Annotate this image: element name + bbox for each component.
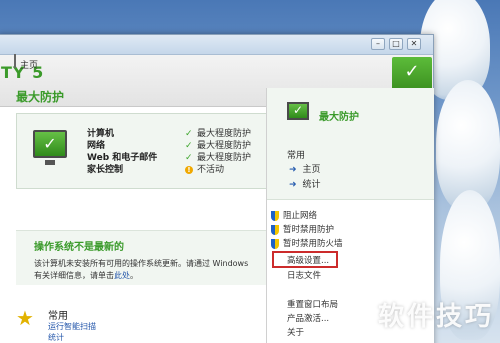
arrow-right-icon: ➜ bbox=[289, 165, 297, 175]
product-activation-item[interactable]: 产品激活... bbox=[287, 312, 329, 324]
close-button[interactable]: ✕ bbox=[407, 38, 421, 50]
arrow-right-icon: ➜ bbox=[289, 180, 297, 190]
component-label: 计算机 bbox=[87, 129, 115, 139]
component-label: 网络 bbox=[87, 141, 106, 151]
component-status[interactable]: 最大程度防护 bbox=[197, 129, 251, 139]
run-scan-link[interactable]: 运行智能扫描 bbox=[48, 321, 96, 332]
component-status[interactable]: 最大程度防护 bbox=[197, 141, 251, 151]
warning-line-text: 有关详细信息，请单击 bbox=[34, 271, 114, 280]
warning-line: 该计算机未安装所有可用的操作系统更新。请通过 Windows bbox=[34, 259, 249, 268]
disable-protection-item[interactable]: 暂时禁用防护 bbox=[271, 223, 334, 235]
warning-title: 操作系统不是最新的 bbox=[34, 242, 124, 253]
info-icon: ! bbox=[185, 166, 193, 174]
check-icon: ✓ bbox=[185, 129, 193, 139]
monitor-check-icon: ✓ bbox=[287, 102, 309, 120]
component-label: Web 和电子邮件 bbox=[87, 153, 158, 163]
check-icon: ✓ bbox=[404, 61, 420, 82]
reset-layout-item[interactable]: 重置窗口布局 bbox=[287, 298, 338, 310]
panel-link-label: 统计 bbox=[302, 180, 321, 190]
minimize-button[interactable]: – bbox=[371, 38, 385, 50]
component-row: Web 和电子邮件 ✓ 最大程度防护 bbox=[87, 152, 251, 164]
log-files-item[interactable]: 日志文件 bbox=[287, 269, 321, 281]
action-label: 暂时禁用防护 bbox=[283, 225, 335, 235]
stats-link[interactable]: 统计 bbox=[48, 332, 64, 343]
warning-link[interactable]: 此处 bbox=[114, 271, 130, 280]
component-row: 计算机 ✓ 最大程度防护 bbox=[87, 128, 251, 140]
component-status[interactable]: 最大程度防护 bbox=[197, 153, 251, 163]
watermark: 软件技巧 bbox=[377, 302, 494, 332]
warning-text: 该计算机未安装所有可用的操作系统更新。请通过 Windows 有关详细信息，请单… bbox=[34, 258, 274, 282]
action-label: 阻止网络 bbox=[283, 211, 318, 221]
block-network-item[interactable]: 阻止网络 bbox=[271, 209, 317, 221]
star-icon: ★ bbox=[16, 306, 34, 330]
panel-link-stats[interactable]: ➜ 统计 bbox=[289, 177, 321, 190]
disable-firewall-item[interactable]: 暂时禁用防火墙 bbox=[271, 237, 343, 249]
panel-link-home[interactable]: ➜ 主页 bbox=[289, 162, 321, 175]
shield-icon bbox=[271, 238, 279, 249]
component-row: 家长控制! 不活动 bbox=[87, 164, 251, 176]
check-icon: ✓ bbox=[185, 141, 193, 151]
component-list: 计算机 ✓ 最大程度防护 网络 ✓ 最大程度防护 Web 和电子邮件 ✓ 最大程度防护 家长… bbox=[87, 128, 251, 176]
panel-status: ✓ 最大防护 常用 ➜ 主页 ➜ 统计 bbox=[267, 88, 434, 200]
component-status[interactable]: 不活动 bbox=[197, 165, 224, 175]
shield-icon bbox=[271, 210, 279, 221]
check-icon: ✓ bbox=[43, 134, 57, 153]
title-bar: – □ ✕ bbox=[0, 35, 433, 55]
check-icon: ✓ bbox=[185, 153, 193, 163]
about-item[interactable]: 关于 bbox=[287, 326, 304, 338]
panel-title: 最大防护 bbox=[319, 112, 359, 123]
maximize-button[interactable]: □ bbox=[389, 38, 403, 50]
advanced-settings-highlight bbox=[272, 251, 338, 268]
tab-home[interactable]: 主页 bbox=[20, 58, 38, 71]
check-icon: ✓ bbox=[292, 103, 304, 117]
tab-indicator bbox=[14, 54, 16, 68]
component-label: 家长控制 bbox=[87, 165, 124, 175]
common-title: 常用 bbox=[48, 311, 68, 322]
warning-line-2: 有关详细信息，请单击此处。 bbox=[34, 270, 274, 282]
panel-link-label: 主页 bbox=[302, 165, 321, 175]
action-label: 暂时禁用防火墙 bbox=[283, 239, 343, 249]
shield-icon bbox=[271, 224, 279, 235]
period: 。 bbox=[130, 271, 138, 280]
page-title: 最大防护 bbox=[16, 90, 65, 104]
status-tile[interactable]: ✓ bbox=[392, 57, 432, 91]
monitor-check-icon: ✓ bbox=[33, 130, 67, 165]
component-row: 网络 ✓ 最大程度防护 bbox=[87, 140, 251, 152]
panel-common-heading: 常用 bbox=[287, 151, 306, 161]
